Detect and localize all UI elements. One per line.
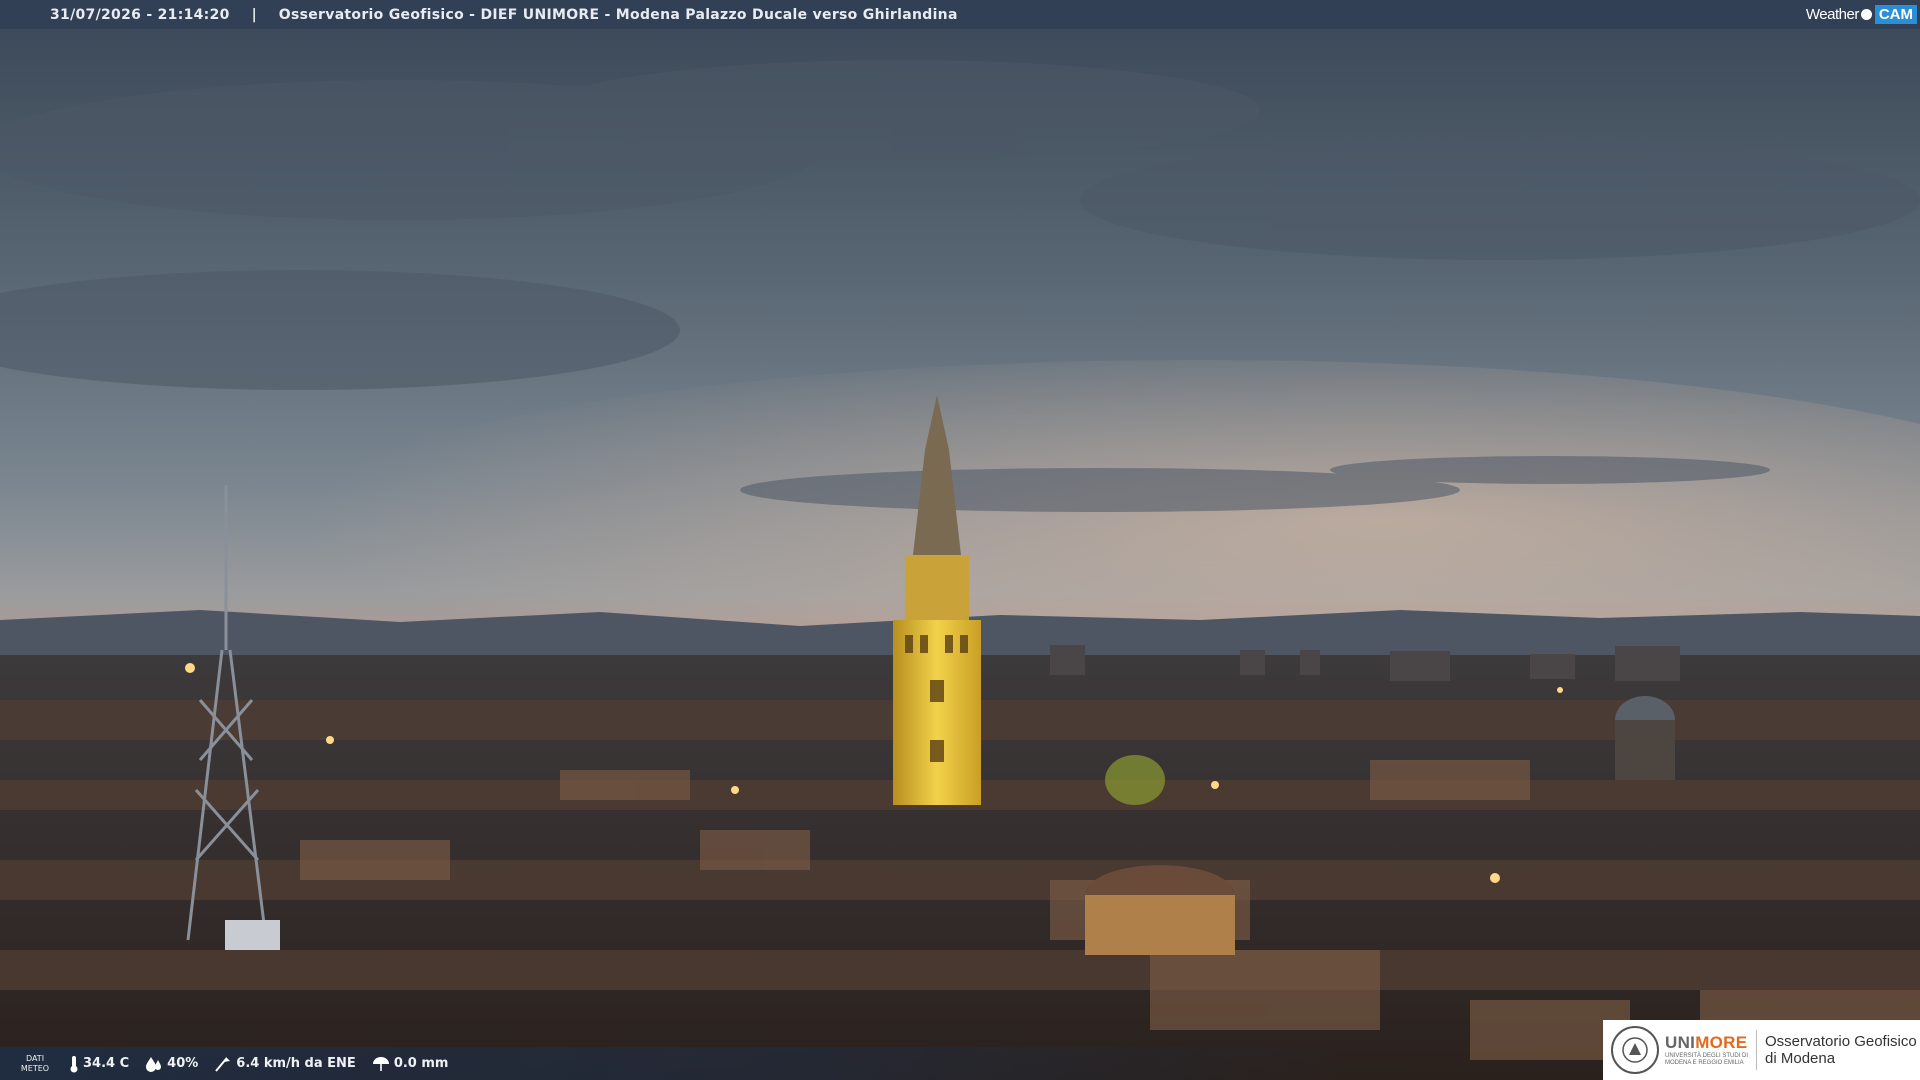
osservatorio-line1: Osservatorio Geofisico	[1765, 1033, 1917, 1050]
meteo-label-line1: DATI	[25, 1053, 45, 1063]
unimore-prefix: UNI	[1665, 1033, 1696, 1052]
umbrella-icon	[372, 1056, 389, 1071]
humidity-value: 40%	[167, 1056, 199, 1071]
weathercam-logo: Weather CAM	[1806, 3, 1917, 25]
rain-value: 0.0 mm	[393, 1056, 449, 1071]
meteo-label: DATI METEO	[17, 1054, 53, 1074]
unimore-suffix: MORE	[1695, 1033, 1748, 1052]
wind-value: 6.4 km/h da ENE	[236, 1056, 356, 1071]
osservatorio-name: Osservatorio Geofisico di Modena	[1765, 1033, 1917, 1067]
webcam-scene	[0, 0, 1920, 1080]
brand-divider	[1756, 1030, 1758, 1070]
top-info-bar: 31/07/2026 - 21:14:20 | Osservatorio Geo…	[0, 0, 1920, 29]
rain-item: 0.0 mm	[372, 1055, 449, 1073]
wind-item: 6.4 km/h da ENE	[214, 1055, 356, 1073]
humidity-item: 40%	[145, 1056, 198, 1072]
university-seal-icon	[1611, 1026, 1659, 1074]
unimore-name: UNIMORE	[1665, 1033, 1748, 1053]
unimore-sub1: UNIVERSITÀ DEGLI STUDI DI	[1665, 1053, 1749, 1059]
logo-weather-text: Weather	[1805, 5, 1859, 23]
humidity-drop-icon	[146, 1056, 162, 1072]
camera-title: Osservatorio Geofisico - DIEF UNIMORE - …	[278, 6, 958, 23]
wind-vane-icon	[215, 1056, 231, 1072]
logo-dot-icon	[1860, 8, 1872, 20]
osservatorio-line2: di Modena	[1765, 1050, 1836, 1067]
thermometer-icon	[70, 1055, 78, 1072]
meteo-label-line2: METEO	[20, 1063, 50, 1073]
separator: |	[251, 6, 257, 23]
unimore-sub2: MODENA E REGGIO EMILIA	[1665, 1060, 1744, 1066]
timestamp: 31/07/2026 - 21:14:20	[50, 6, 230, 23]
temperature-item: 34.4 C	[69, 1055, 129, 1073]
unimore-logo: UNIMORE UNIVERSITÀ DEGLI STUDI DI MODENA…	[1665, 1033, 1748, 1067]
logo-cam-text: CAM	[1874, 4, 1917, 24]
observatory-branding: UNIMORE UNIVERSITÀ DEGLI STUDI DI MODENA…	[1603, 1020, 1920, 1080]
temperature-value: 34.4 C	[83, 1056, 130, 1071]
